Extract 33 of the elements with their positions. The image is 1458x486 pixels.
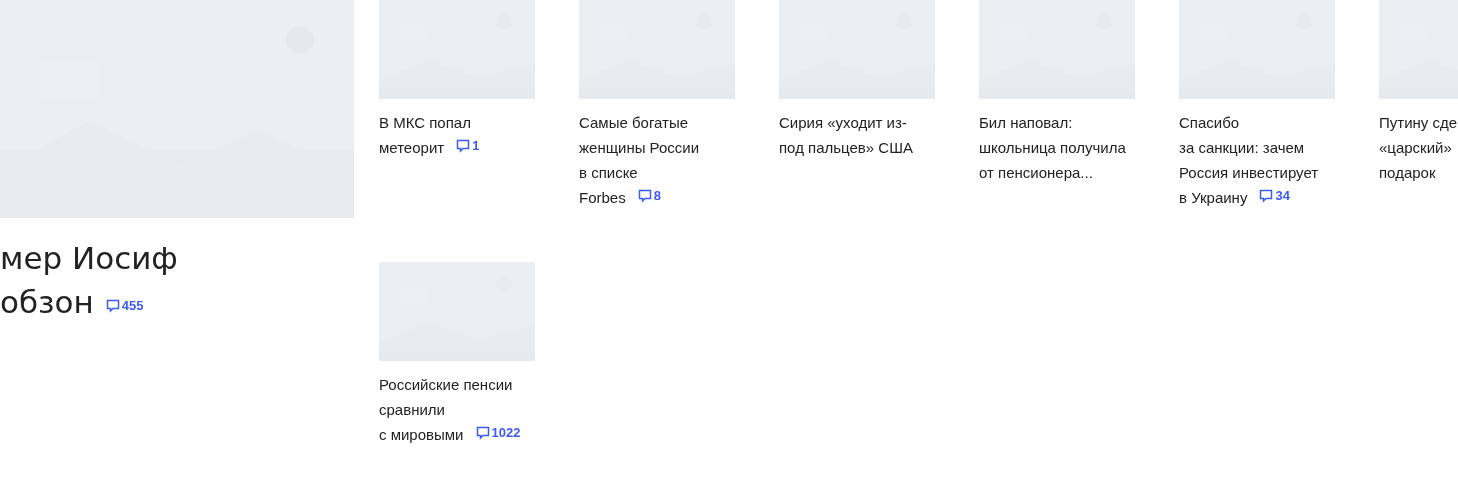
comment-icon bbox=[105, 299, 120, 313]
news-title[interactable]: Российские пенсии bbox=[379, 372, 513, 397]
news-title[interactable]: Бил наповал: bbox=[979, 110, 1073, 135]
news-title[interactable]: за санкции: зачем bbox=[1179, 135, 1305, 160]
news-title[interactable]: Самые богатые bbox=[579, 110, 689, 135]
headline[interactable]: обзон bbox=[0, 280, 94, 324]
news-title[interactable]: женщины России bbox=[579, 135, 700, 160]
comment-icon bbox=[475, 426, 490, 440]
news-title[interactable]: от пенсионера... bbox=[979, 160, 1093, 185]
news-title[interactable]: с мировыми bbox=[379, 422, 464, 447]
news-title[interactable]: Путину сде bbox=[1379, 110, 1458, 135]
comment-icon bbox=[456, 139, 471, 153]
headline[interactable]: мер Иосиф bbox=[0, 236, 178, 280]
news-title[interactable]: подарок bbox=[1379, 160, 1436, 185]
news-title[interactable]: В МКС попал bbox=[379, 110, 471, 135]
news-title[interactable]: Сирия «уходит из- bbox=[779, 110, 907, 135]
comment-count[interactable]: 8 bbox=[637, 188, 661, 204]
news-title[interactable]: Россия инвестирует bbox=[1179, 160, 1319, 185]
news-title[interactable]: Спасибо bbox=[1179, 110, 1240, 135]
news-title[interactable]: в списке bbox=[579, 160, 638, 185]
comment-count[interactable]: 1022 bbox=[475, 425, 521, 441]
comment-icon bbox=[637, 189, 652, 203]
news-title[interactable]: в Украину bbox=[1179, 185, 1248, 210]
news-title[interactable]: метеорит bbox=[379, 135, 445, 160]
news-title[interactable]: Forbes bbox=[579, 185, 626, 210]
comment-icon bbox=[1259, 189, 1274, 203]
news-title[interactable]: под пальцев» США bbox=[779, 135, 913, 160]
comment-count[interactable]: 1 bbox=[456, 138, 480, 154]
news-title[interactable]: школьница получила bbox=[979, 135, 1126, 160]
news-title[interactable]: сравнили bbox=[379, 397, 445, 422]
comment-count[interactable]: 455 bbox=[105, 298, 144, 314]
news-title[interactable]: «царский» bbox=[1379, 135, 1452, 160]
comment-count[interactable]: 34 bbox=[1259, 188, 1290, 204]
